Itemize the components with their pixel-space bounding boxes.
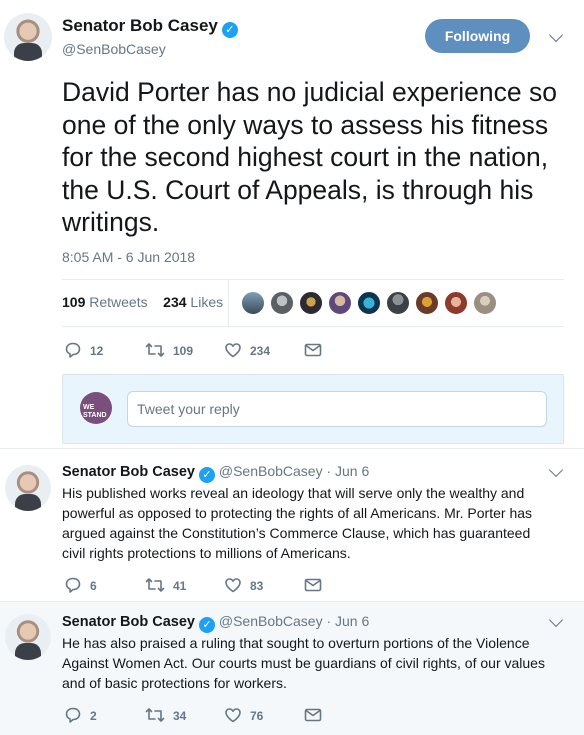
tweet-menu-chevron-down-icon[interactable] bbox=[548, 462, 564, 478]
likes-count: 234 bbox=[163, 294, 187, 310]
retweet-icon bbox=[145, 578, 165, 592]
envelope-icon bbox=[304, 578, 322, 592]
thread-author-avatar[interactable] bbox=[5, 614, 51, 660]
retweet-action[interactable]: 41 bbox=[145, 576, 186, 594]
retweet-count: 41 bbox=[173, 579, 187, 593]
thread-author-avatar[interactable] bbox=[5, 465, 51, 511]
thread-tweet-text: He has also praised a ruling that sought… bbox=[62, 635, 545, 691]
liker-avatar[interactable] bbox=[415, 291, 439, 315]
thread-author-name[interactable]: Senator Bob Casey bbox=[62, 614, 195, 630]
verified-badge-icon: ✓ bbox=[221, 22, 238, 38]
author-name-block[interactable]: Senator Bob Casey ✓ bbox=[62, 16, 238, 38]
liker-avatar[interactable] bbox=[357, 291, 381, 315]
following-button[interactable]: Following bbox=[425, 19, 530, 53]
reply-action[interactable]: 6 bbox=[64, 576, 97, 594]
like-count: 76 bbox=[250, 709, 264, 723]
reply-action[interactable]: 2 bbox=[64, 706, 97, 724]
reply-icon bbox=[65, 577, 81, 593]
tweet-menu-chevron-down-icon[interactable] bbox=[548, 27, 564, 43]
heart-icon bbox=[225, 343, 241, 358]
retweet-count: 34 bbox=[173, 709, 187, 723]
liker-avatar[interactable] bbox=[270, 291, 294, 315]
reply-icon bbox=[65, 707, 81, 723]
retweet-icon bbox=[145, 708, 165, 722]
tweet-stats: 109 Retweets 234 Likes bbox=[62, 294, 223, 310]
reply-count: 6 bbox=[90, 579, 97, 593]
liker-avatar[interactable] bbox=[473, 291, 497, 315]
thread-author-handle[interactable]: @SenBobCasey bbox=[219, 463, 323, 479]
retweets-stat[interactable]: 109 Retweets bbox=[62, 294, 148, 310]
heart-icon bbox=[225, 708, 241, 723]
like-action[interactable]: 83 bbox=[224, 576, 263, 594]
liker-avatar[interactable] bbox=[386, 291, 410, 315]
thread-author-name[interactable]: Senator Bob Casey bbox=[62, 464, 195, 480]
direct-message-action[interactable] bbox=[304, 706, 330, 724]
author-avatar[interactable] bbox=[4, 13, 52, 61]
stats-divider bbox=[228, 280, 229, 326]
tweet-timestamp[interactable]: 8:05 AM - 6 Jun 2018 bbox=[62, 249, 195, 265]
reply-count: 12 bbox=[90, 344, 104, 358]
reply-composer: WE STAND Tweet your reply bbox=[62, 374, 564, 444]
tweet-text: David Porter has no judicial experience … bbox=[62, 77, 557, 237]
envelope-icon bbox=[304, 343, 322, 357]
thread-tweet-header: Senator Bob Casey ✓ @SenBobCasey · Jun 6 bbox=[62, 463, 369, 483]
verified-badge-icon: ✓ bbox=[198, 617, 215, 633]
retweet-count: 109 bbox=[173, 344, 194, 358]
like-count: 234 bbox=[250, 344, 271, 358]
liker-avatar[interactable] bbox=[444, 291, 468, 315]
liker-avatar[interactable] bbox=[241, 291, 265, 315]
reply-icon bbox=[65, 342, 81, 358]
author-handle[interactable]: @SenBobCasey bbox=[62, 41, 166, 57]
direct-message-action[interactable] bbox=[304, 576, 330, 594]
thread-tweet-text: His published works reveal an ideology t… bbox=[62, 485, 533, 561]
retweets-count: 109 bbox=[62, 294, 86, 310]
reply-count: 2 bbox=[90, 709, 97, 723]
divider bbox=[62, 279, 564, 280]
thread-tweet-date[interactable]: · Jun 6 bbox=[326, 613, 369, 629]
reply-input[interactable]: Tweet your reply bbox=[127, 391, 547, 427]
direct-message-action[interactable] bbox=[304, 341, 330, 359]
like-action[interactable]: 76 bbox=[224, 706, 263, 724]
author-name[interactable]: Senator Bob Casey bbox=[62, 16, 218, 35]
retweet-action[interactable]: 109 bbox=[145, 341, 193, 359]
reply-action[interactable]: 12 bbox=[64, 341, 103, 359]
my-avatar[interactable]: WE STAND bbox=[80, 392, 112, 424]
retweet-icon bbox=[145, 343, 165, 357]
likes-label: Likes bbox=[190, 294, 224, 310]
retweets-label: Retweets bbox=[89, 294, 148, 310]
thread-tweet-date[interactable]: · Jun 6 bbox=[326, 463, 369, 479]
divider bbox=[62, 326, 564, 327]
thread-tweet-header: Senator Bob Casey ✓ @SenBobCasey · Jun 6 bbox=[62, 613, 369, 633]
likes-stat[interactable]: 234 Likes bbox=[163, 294, 223, 310]
like-count: 83 bbox=[250, 579, 264, 593]
divider bbox=[0, 448, 584, 449]
liker-avatar[interactable] bbox=[299, 291, 323, 315]
retweet-action[interactable]: 34 bbox=[145, 706, 186, 724]
envelope-icon bbox=[304, 708, 322, 722]
heart-icon bbox=[225, 578, 241, 593]
thread-author-handle[interactable]: @SenBobCasey bbox=[219, 613, 323, 629]
verified-badge-icon: ✓ bbox=[198, 467, 215, 483]
divider bbox=[0, 601, 584, 602]
like-action[interactable]: 234 bbox=[224, 341, 270, 359]
liker-avatar[interactable] bbox=[328, 291, 352, 315]
